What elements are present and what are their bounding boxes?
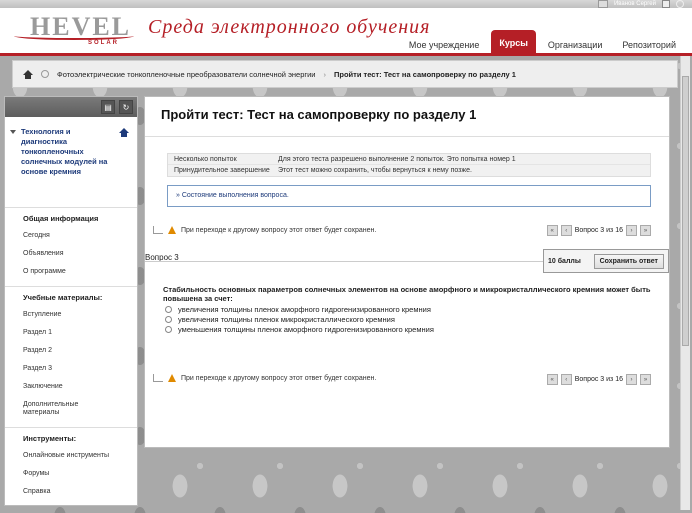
avatar[interactable] — [597, 0, 608, 8]
refresh-icon[interactable]: ↻ — [119, 100, 133, 114]
sidebar-heading: Инструменты: — [23, 434, 77, 443]
sidebar-toolbar: ▤ ↻ — [5, 97, 137, 117]
top-bar — [0, 0, 692, 8]
question-divider — [145, 261, 545, 262]
arrow-icon — [153, 226, 163, 234]
warning-text: При переходе к другому вопросу этот отве… — [181, 226, 377, 234]
save-warning-top: При переходе к другому вопросу этот отве… — [153, 223, 376, 237]
save-warning-bottom: При переходе к другому вопросу этот отве… — [153, 371, 376, 385]
folder-icon[interactable]: ▤ — [101, 100, 115, 114]
tab-my-institution[interactable]: Мое учреждение — [401, 32, 488, 54]
breadcrumb-separator: › — [323, 69, 327, 79]
sidebar-item-conclusion[interactable]: Заключение — [23, 378, 137, 396]
course-sidebar: ▤ ↻ Технология и диагностика тонкопленоч… — [4, 96, 138, 506]
info-value: Для этого теста разрешено выполнение 2 п… — [278, 156, 516, 163]
test-content: Пройти тест: Тест на самопроверку по раз… — [144, 96, 670, 448]
answer-option[interactable]: увеличения толщины пленок аморфного гидр… — [165, 304, 434, 314]
sidebar-heading: Общая информация — [23, 214, 99, 223]
sidebar-item-additional[interactable]: Дополнительные материалы — [23, 396, 103, 427]
hevel-logo[interactable]: HEVEL SOLAR — [12, 8, 142, 50]
breadcrumb-current: Пройти тест: Тест на самопроверку по раз… — [334, 69, 516, 79]
info-key: Принудительное завершение — [174, 167, 270, 174]
tab-repository[interactable]: Репозиторий — [614, 32, 684, 54]
sidebar-item-announcements[interactable]: Объявления — [23, 245, 137, 263]
last-question-button[interactable]: » — [640, 374, 651, 385]
site-header: Иванов Сергей HEVEL SOLAR Среда электрон… — [0, 0, 692, 56]
info-row: Принудительное завершение Этот тест можн… — [168, 165, 650, 176]
sidebar-item-help[interactable]: Справка — [23, 483, 137, 501]
arrow-icon — [153, 374, 163, 382]
pager-top: « ‹ Вопрос 3 из 16 › » — [546, 225, 651, 236]
logo-subtext: SOLAR — [88, 40, 119, 46]
sidebar-item-section-1[interactable]: Раздел 1 — [23, 324, 137, 342]
last-question-button[interactable]: » — [640, 225, 651, 236]
pager-bottom: « ‹ Вопрос 3 из 16 › » — [546, 374, 651, 385]
sidebar-section-general: Общая информация Сегодня Объявления О пр… — [5, 207, 137, 286]
pager-text: Вопрос 3 из 16 — [574, 227, 623, 234]
page-scrollbar[interactable] — [680, 56, 690, 510]
sidebar-item-today[interactable]: Сегодня — [23, 227, 137, 245]
warning-icon — [168, 374, 176, 382]
breadcrumb-course[interactable]: Фотоэлектрические тонкопленочные преобра… — [57, 70, 316, 79]
logout-icon[interactable] — [676, 0, 684, 8]
update-icon[interactable] — [662, 0, 670, 8]
scrollbar-thumb[interactable] — [682, 76, 689, 346]
sidebar-item-section-3[interactable]: Раздел 3 — [23, 360, 137, 378]
answer-label[interactable]: уменьшения толщины пленок аморфного гидр… — [178, 325, 434, 334]
course-home-link[interactable] — [119, 128, 129, 137]
course-home-icon — [119, 128, 129, 137]
question-status-link[interactable]: » Состояние выполнения вопроса. — [167, 185, 651, 207]
answer-option[interactable]: увеличения толщины пленок микрокристалли… — [165, 314, 434, 324]
sidebar-item-forums[interactable]: Форумы — [23, 465, 137, 483]
warning-text: При переходе к другому вопросу этот отве… — [181, 374, 377, 382]
user-name[interactable]: Иванов Сергей — [614, 1, 656, 7]
course-block: Технология и диагностика тонкопленочных … — [5, 117, 137, 207]
home-icon[interactable] — [23, 69, 33, 79]
info-value: Этот тест можно сохранить, чтобы вернуть… — [278, 167, 472, 174]
pager-text: Вопрос 3 из 16 — [574, 376, 623, 383]
tab-courses[interactable]: Курсы — [491, 30, 536, 54]
sidebar-heading: Учебные материалы: — [23, 293, 103, 302]
answer-label[interactable]: увеличения толщины пленок микрокристалли… — [178, 315, 395, 324]
question-score-box: 10 баллы Сохранить ответ — [543, 249, 669, 273]
answer-radio[interactable] — [165, 325, 172, 333]
collapse-triangle-icon[interactable] — [10, 130, 16, 134]
tab-organizations[interactable]: Организации — [540, 32, 610, 54]
first-question-button[interactable]: « — [546, 225, 558, 236]
question-points: 10 баллы — [548, 257, 581, 265]
answer-options: увеличения толщины пленок аморфного гидр… — [165, 304, 434, 334]
question-text: Стабильность основных параметров солнечн… — [163, 285, 651, 303]
sidebar-section-materials: Учебные материалы: Вступление Раздел 1 Р… — [5, 286, 137, 427]
answer-label[interactable]: увеличения толщины пленок аморфного гидр… — [178, 305, 431, 314]
next-question-button[interactable]: › — [626, 225, 637, 236]
logo-swoosh — [14, 32, 134, 40]
menu-circle-icon[interactable] — [41, 70, 49, 78]
answer-option[interactable]: уменьшения толщины пленок аморфного гидр… — [165, 324, 434, 334]
info-key: Несколько попыток — [174, 156, 237, 163]
first-question-button[interactable]: « — [546, 374, 558, 385]
breadcrumb: Фотоэлектрические тонкопленочные преобра… — [12, 60, 678, 88]
sidebar-item-about[interactable]: О программе — [23, 263, 137, 286]
sidebar-item-section-2[interactable]: Раздел 2 — [23, 342, 137, 360]
sidebar-course-title[interactable]: Технология и диагностика тонкопленочных … — [21, 127, 115, 177]
info-row: Несколько попыток Для этого теста разреш… — [168, 154, 650, 165]
save-answer-button[interactable]: Сохранить ответ — [593, 253, 664, 269]
answer-radio[interactable] — [165, 315, 172, 323]
title-bar: Пройти тест: Тест на самопроверку по раз… — [145, 97, 669, 137]
answer-radio[interactable] — [165, 305, 172, 313]
user-area: Иванов Сергей — [597, 0, 684, 8]
test-info-table: Несколько попыток Для этого теста разреш… — [167, 153, 651, 177]
previous-question-button[interactable]: ‹ — [560, 225, 572, 236]
page-title: Пройти тест: Тест на самопроверку по раз… — [161, 107, 477, 122]
top-tabs: Мое учреждение Курсы Организации Репозит… — [401, 30, 684, 54]
sidebar-section-tools: Инструменты: Онлайновые инструменты Фору… — [5, 427, 137, 501]
sidebar-item-online-tools[interactable]: Онлайновые инструменты — [23, 447, 137, 465]
previous-question-button[interactable]: ‹ — [560, 374, 572, 385]
site-title: Среда электронного обучения — [148, 16, 431, 38]
warning-icon — [168, 226, 176, 234]
sidebar-item-intro[interactable]: Вступление — [23, 306, 137, 324]
next-question-button[interactable]: › — [626, 374, 637, 385]
